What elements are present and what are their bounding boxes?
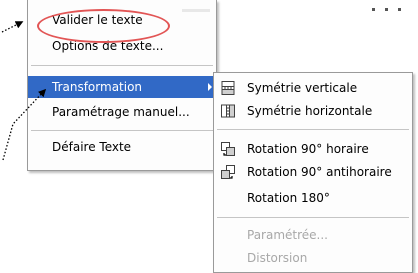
submenu-item-label: Symétrie horizontale (247, 104, 373, 118)
flip-vertical-icon (221, 81, 235, 95)
submenu-item-label: Rotation 90° antihoraire (247, 165, 392, 179)
submenu-item-rotation-90-horaire[interactable]: Rotation 90° horaire (214, 138, 412, 160)
annotation-arrow (1, 21, 24, 33)
screen-artifact (398, 8, 401, 11)
screen-artifact (372, 8, 375, 11)
submenu-item-rotation-90-antihoraire[interactable]: Rotation 90° antihoraire (214, 161, 412, 183)
menu-item-label: Défaire Texte (52, 140, 132, 154)
menu-separator (31, 130, 213, 131)
flip-horizontal-icon (221, 104, 235, 118)
submenu-item-rotation-180[interactable]: Rotation 180° (214, 187, 412, 209)
highlight-ellipse (37, 9, 170, 43)
submenu-item-distorsion: Distorsion (214, 247, 412, 269)
submenu-arrow-icon (208, 83, 212, 91)
rotate-counterclockwise-icon (221, 165, 235, 179)
submenu-item-label: Paramétrée... (247, 228, 328, 242)
transformation-submenu: Symétrie verticale Symétrie horizontale … (213, 72, 413, 273)
submenu-item-symetrie-verticale[interactable]: Symétrie verticale (214, 77, 412, 99)
menu-item-defaire-texte[interactable]: Défaire Texte (28, 136, 216, 158)
menu-separator (31, 65, 213, 66)
submenu-item-label: Distorsion (247, 251, 308, 265)
menu-item-label: Transformation (52, 80, 143, 94)
submenu-item-label: Rotation 90° horaire (247, 142, 369, 156)
screen-artifact (385, 8, 388, 11)
submenu-item-parametree: Paramétrée... (214, 224, 412, 246)
menu-item-parametrage-manuel[interactable]: Paramétrage manuel... (28, 101, 216, 123)
menu-item-label: Paramétrage manuel... (52, 105, 190, 119)
submenu-item-symetrie-horizontale[interactable]: Symétrie horizontale (214, 100, 412, 122)
menu-item-transformation[interactable]: Transformation (28, 76, 216, 98)
submenu-item-label: Symétrie verticale (247, 81, 358, 95)
rotate-clockwise-icon (221, 142, 235, 156)
menu-separator (217, 129, 409, 130)
submenu-item-label: Rotation 180° (247, 191, 330, 205)
menu-separator (217, 217, 409, 218)
